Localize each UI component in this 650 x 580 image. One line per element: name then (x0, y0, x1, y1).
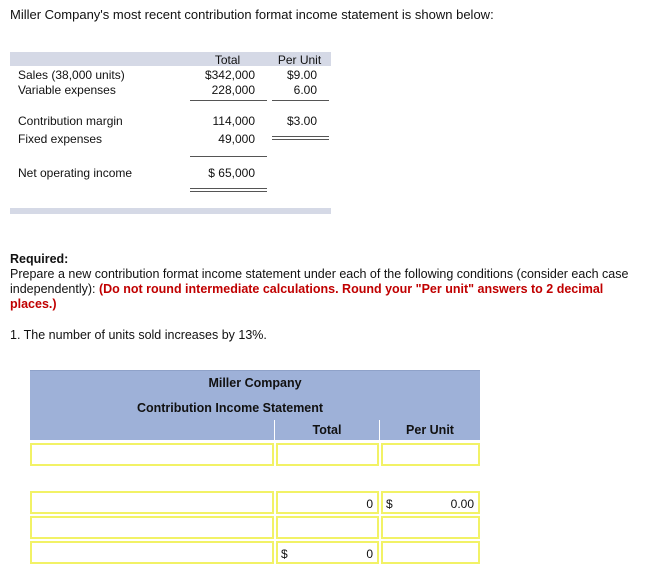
underline (190, 156, 267, 157)
answer-table: Miller Company Contribution Income State… (30, 370, 480, 568)
row-4-label-input[interactable] (30, 541, 274, 564)
col-per-unit-header: Per Unit (406, 423, 454, 437)
row-2-per-unit-input[interactable]: $0.00 (381, 491, 480, 514)
statement-title: Contribution Income Statement (30, 401, 480, 415)
row-label-contribution: Contribution margin (18, 114, 123, 128)
row-total-fixed: 49,000 (218, 132, 255, 146)
required-heading: Required: (10, 252, 69, 266)
underline (190, 100, 267, 101)
row-2-label-input[interactable] (30, 491, 274, 514)
row-total-variable: 228,000 (211, 83, 255, 97)
statement-title-text: Contribution Income Statement (136, 401, 324, 415)
row-label-fixed: Fixed expenses (18, 132, 103, 146)
cell-value: 0.00 (450, 497, 474, 511)
col-per-unit-header: Per Unit (277, 53, 322, 67)
double-underline (190, 191, 267, 192)
question-1: 1. The number of units sold increases by… (10, 328, 267, 342)
col-total-header: Total (214, 53, 241, 67)
currency-sign: $ (386, 497, 393, 511)
row-label-variable: Variable expenses (18, 83, 116, 97)
currency-sign: $ (281, 547, 288, 561)
row-per-unit-sales: $9.00 (286, 68, 317, 82)
cell-value: 0 (366, 547, 373, 561)
row-per-unit-variable: 6.00 (293, 83, 317, 97)
row-4-per-unit-input[interactable] (381, 541, 480, 564)
footer-band (10, 208, 331, 214)
double-underline (272, 139, 329, 140)
intro-text: Miller Company's most recent contributio… (10, 7, 494, 22)
company-name: Miller Company (208, 376, 302, 390)
required-instruction: (Do not round intermediate calculations.… (10, 282, 604, 311)
row-3-per-unit-input[interactable] (381, 516, 480, 539)
double-underline (190, 188, 267, 189)
row-2-total-input[interactable]: 0 (276, 491, 379, 514)
required-text: Prepare a new contribution format income… (10, 267, 630, 312)
row-1-total-input[interactable] (276, 443, 379, 466)
header-cell (30, 420, 275, 440)
row-total-sales: $342,000 (204, 68, 255, 82)
row-label-sales: Sales (38,000 units) (18, 68, 125, 82)
row-4-total-input[interactable]: $0 (276, 541, 379, 564)
cell-value: 0 (366, 497, 373, 511)
double-underline (272, 136, 329, 137)
row-total-noi: $ 65,000 (208, 166, 255, 180)
row-per-unit-contribution: $3.00 (286, 114, 317, 128)
row-total-contribution: 114,000 (212, 114, 256, 128)
row-label-noi: Net operating income (18, 166, 133, 180)
row-3-total-input[interactable] (276, 516, 379, 539)
underline (272, 100, 329, 101)
row-1-label-input[interactable] (30, 443, 274, 466)
row-3-label-input[interactable] (30, 516, 274, 539)
given-income-statement: Total Per Unit Sales (38,000 units) $342… (10, 52, 331, 214)
required-section: Required: Prepare a new contribution for… (10, 252, 630, 312)
row-1-per-unit-input[interactable] (381, 443, 480, 466)
col-total-header: Total (312, 423, 342, 437)
